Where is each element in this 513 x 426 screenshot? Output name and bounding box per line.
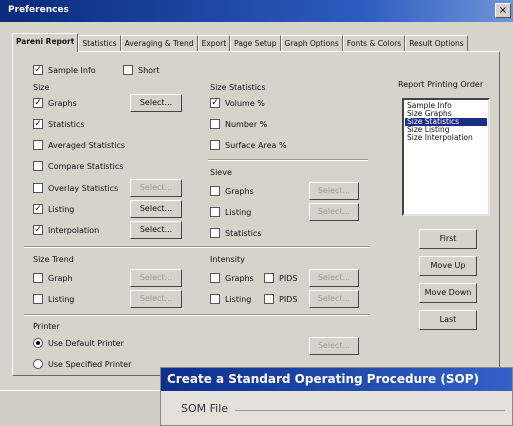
tab-result-options[interactable]: Result Options: [405, 35, 468, 52]
tab-page-setup[interactable]: Page Setup: [230, 35, 281, 52]
size-graphs-select-button[interactable]: Select...: [130, 94, 182, 112]
move-down-button[interactable]: Move Down: [419, 283, 477, 303]
check-icon: ✓: [33, 98, 43, 108]
default-printer-radio[interactable]: Use Default Printer: [33, 338, 124, 348]
list-item[interactable]: Size Interpolation: [405, 134, 487, 142]
check-icon: ✓: [33, 119, 43, 129]
tab-fonts-colors[interactable]: Fonts & Colors: [342, 35, 406, 52]
title-bar[interactable]: Preferences ×: [0, 0, 513, 22]
short-checkbox[interactable]: Short: [123, 65, 159, 75]
sieve-graphs-checkbox[interactable]: Graphs: [210, 186, 254, 196]
size-listing-checkbox[interactable]: ✓ Listing: [33, 204, 74, 214]
intensity-graphs-select-button[interactable]: Select...: [309, 269, 359, 287]
printer-heading: Printer: [33, 322, 60, 331]
volume-percent-checkbox[interactable]: ✓ Volume %: [210, 98, 265, 108]
listing-select-button[interactable]: Select...: [130, 200, 182, 218]
intensity-graphs-checkbox[interactable]: Graphs: [210, 273, 254, 283]
divider: [235, 410, 505, 411]
specified-printer-radio[interactable]: Use Specified Printer: [33, 359, 131, 369]
sieve-listing-select-button[interactable]: Select...: [309, 203, 359, 221]
size-trend-heading: Size Trend: [33, 255, 74, 264]
interpolation-checkbox[interactable]: ✓ Interpolation: [33, 225, 99, 235]
intensity-listing-pids-checkbox[interactable]: PIDS: [264, 294, 297, 304]
sieve-graphs-select-button[interactable]: Select...: [309, 182, 359, 200]
sop-window-title: Create a Standard Operating Procedure (S…: [161, 368, 512, 391]
check-icon: ✓: [33, 204, 43, 214]
check-icon: ✓: [33, 225, 43, 235]
report-order-list[interactable]: Sample Info Size Graphs Size Statistics …: [402, 98, 490, 216]
averaged-statistics-checkbox[interactable]: Averaged Statistics: [33, 140, 125, 150]
report-order-heading: Report Printing Order: [398, 80, 484, 89]
intensity-graphs-pids-checkbox[interactable]: PIDS: [264, 273, 297, 283]
surface-area-checkbox[interactable]: Surface Area %: [210, 140, 287, 150]
tab-graph-options[interactable]: Graph Options: [280, 35, 343, 52]
overlay-select-button[interactable]: Select...: [130, 179, 182, 197]
window-title: Preferences: [8, 5, 69, 15]
divider: [24, 246, 370, 248]
tab-strip: Pareni Report Statistics Averaging & Tre…: [12, 33, 468, 52]
last-button[interactable]: Last: [419, 310, 477, 330]
tab-statistics[interactable]: Statistics: [78, 35, 121, 52]
move-up-button[interactable]: Move Up: [419, 256, 477, 276]
compare-statistics-checkbox[interactable]: Compare Statistics: [33, 161, 123, 171]
first-button[interactable]: First: [419, 229, 477, 249]
size-heading: Size: [33, 83, 50, 92]
number-percent-checkbox[interactable]: Number %: [210, 119, 267, 129]
check-icon: ✓: [210, 98, 220, 108]
trend-listing-checkbox[interactable]: Listing: [33, 294, 74, 304]
intensity-listing-checkbox[interactable]: Listing: [210, 294, 251, 304]
intensity-listing-select-button[interactable]: Select...: [309, 290, 359, 308]
overlay-statistics-checkbox[interactable]: Overlay Statistics: [33, 183, 118, 193]
size-statistics-heading: Size Statistics: [210, 83, 266, 92]
tab-averaging-trend[interactable]: Averaging & Trend: [120, 35, 198, 52]
sop-window[interactable]: Create a Standard Operating Procedure (S…: [160, 367, 513, 426]
preferences-window: Preferences × Pareni Report Statistics A…: [0, 0, 513, 426]
check-icon: ✓: [33, 65, 43, 75]
printer-select-button[interactable]: Select...: [309, 337, 359, 355]
sieve-statistics-checkbox[interactable]: Statistics: [210, 228, 262, 238]
size-graphs-checkbox[interactable]: ✓ Graphs: [33, 98, 77, 108]
sample-info-checkbox[interactable]: ✓ Sample Info: [33, 65, 96, 75]
som-file-label: SOM File: [181, 402, 229, 415]
tab-export[interactable]: Export: [197, 35, 231, 52]
intensity-heading: Intensity: [210, 255, 245, 264]
trend-listing-select-button[interactable]: Select...: [130, 290, 182, 308]
size-statistics-checkbox[interactable]: ✓ Statistics: [33, 119, 85, 129]
trend-graph-checkbox[interactable]: Graph: [33, 273, 73, 283]
divider: [208, 159, 368, 161]
tab-parent-report[interactable]: Pareni Report: [12, 33, 79, 52]
sieve-heading: Sieve: [210, 168, 232, 177]
divider: [24, 314, 370, 316]
sieve-listing-checkbox[interactable]: Listing: [210, 207, 251, 217]
trend-graph-select-button[interactable]: Select...: [130, 269, 182, 287]
interpolation-select-button[interactable]: Select...: [130, 221, 182, 239]
close-icon[interactable]: ×: [495, 3, 511, 18]
